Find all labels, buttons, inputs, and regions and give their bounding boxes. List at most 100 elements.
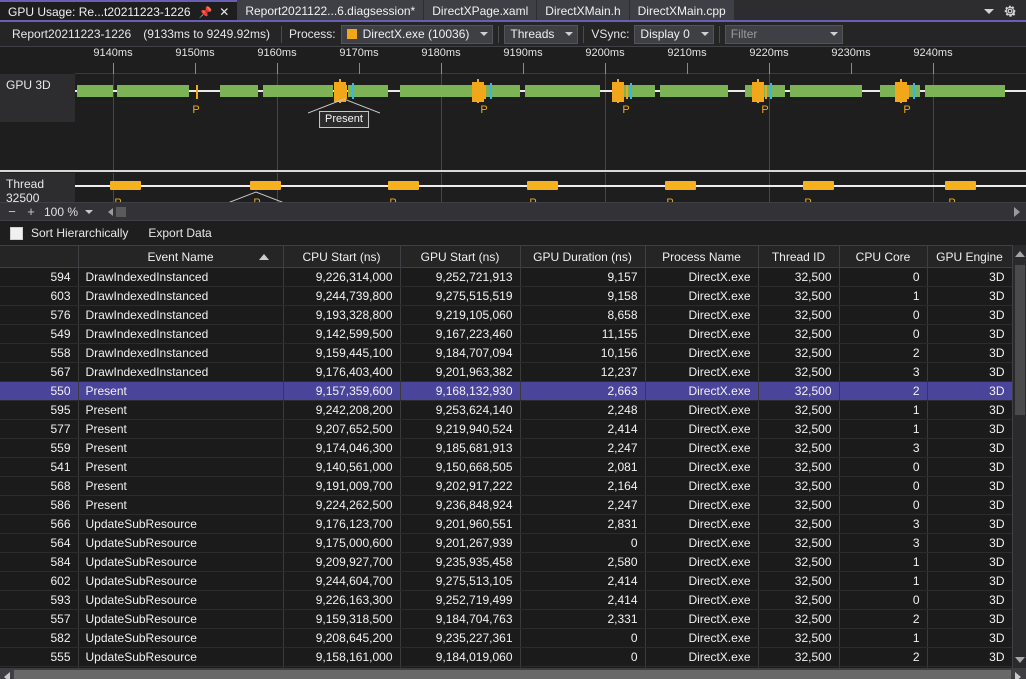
zoom-in-icon[interactable]: + — [25, 205, 37, 218]
timeline-tick-label: 9180ms — [421, 47, 460, 59]
zoom-out-icon[interactable]: − — [6, 205, 18, 218]
thread-activity-block[interactable] — [250, 181, 281, 190]
gpu-activity-bar[interactable] — [925, 85, 1005, 97]
table-row[interactable]: 594DrawIndexedInstanced9,226,314,0009,25… — [0, 268, 1012, 287]
gpu-activity-bar[interactable] — [220, 85, 258, 97]
scroll-left-icon[interactable] — [4, 672, 10, 679]
gpu-activity-bar[interactable] — [790, 85, 862, 97]
chevron-down-icon[interactable] — [85, 210, 93, 214]
thread-activity-block[interactable] — [388, 181, 419, 190]
thread-activity-block[interactable] — [665, 181, 696, 190]
table-row[interactable]: 577Present9,207,652,5009,219,940,5242,41… — [0, 420, 1012, 439]
chevron-down-icon[interactable] — [984, 9, 994, 14]
present-tick — [907, 85, 909, 99]
table-cell-thread: 32,500 — [758, 648, 839, 667]
table-cell-cpu_start: 9,224,262,500 — [283, 496, 400, 515]
vsync-display-select[interactable]: Display 0 — [634, 25, 713, 44]
table-cell-cpu_start: 9,226,314,000 — [283, 268, 400, 287]
table-row[interactable]: 593UpdateSubResource9,226,163,3009,252,7… — [0, 591, 1012, 610]
table-row[interactable]: 550Present9,157,359,6009,168,132,9302,66… — [0, 382, 1012, 401]
table-row[interactable]: 603DrawIndexedInstanced9,244,739,8009,27… — [0, 287, 1012, 306]
table-column-header-core[interactable]: CPU Core — [839, 246, 927, 268]
timeline-lane-label-thread-32500: Thread 32500 — [0, 173, 75, 202]
gpu-activity-bar[interactable] — [400, 85, 475, 97]
table-column-header-gpu_dur[interactable]: GPU Duration (ns) — [520, 246, 645, 268]
table-cell-thread: 32,500 — [758, 629, 839, 648]
table-column-header-cpu_start[interactable]: CPU Start (ns) — [283, 246, 400, 268]
table-row[interactable]: 582UpdateSubResource9,208,645,2009,235,2… — [0, 629, 1012, 648]
scroll-thumb[interactable] — [1015, 265, 1025, 415]
table-row[interactable]: 576DrawIndexedInstanced9,193,328,8009,21… — [0, 306, 1012, 325]
tab-gpu-usage-report[interactable]: GPU Usage: Re...t20211223-1226 📌 ✕ — [0, 0, 237, 22]
table-row[interactable]: 564UpdateSubResource9,175,000,6009,201,2… — [0, 534, 1012, 553]
process-select[interactable]: DirectX.exe (10036) — [341, 25, 494, 44]
table-cell-engine: 3D — [927, 344, 1012, 363]
scroll-thumb[interactable] — [14, 670, 1011, 679]
table-cell-id: 584 — [0, 553, 78, 572]
timeline-hscroll[interactable] — [108, 207, 126, 217]
present-marker[interactable] — [895, 82, 907, 102]
table-row[interactable]: 567DrawIndexedInstanced9,176,403,4009,20… — [0, 363, 1012, 382]
table-row[interactable]: 555UpdateSubResource9,158,161,0009,184,0… — [0, 648, 1012, 667]
table-row[interactable]: 595Present9,242,208,2009,253,624,1402,24… — [0, 401, 1012, 420]
timeline-lane-gpu-3d[interactable]: PPPPPPresent — [75, 74, 1026, 122]
gear-icon[interactable] — [1003, 4, 1017, 18]
table-column-header-event[interactable]: Event Name — [78, 246, 283, 268]
gpu-activity-bar[interactable] — [77, 85, 113, 97]
present-marker[interactable] — [612, 82, 624, 102]
table-row[interactable]: 557UpdateSubResource9,159,318,5009,184,7… — [0, 610, 1012, 629]
scroll-left-icon[interactable] — [108, 208, 113, 216]
table-row[interactable]: 584UpdateSubResource9,209,927,7009,235,9… — [0, 553, 1012, 572]
pin-icon[interactable]: 📌 — [199, 6, 213, 19]
scroll-thumb[interactable] — [116, 207, 126, 217]
table-row[interactable]: 602UpdateSubResource9,244,604,7009,275,5… — [0, 572, 1012, 591]
table-column-header-id[interactable] — [0, 246, 78, 268]
threads-select[interactable]: Threads — [504, 25, 578, 44]
tab-directxmain-cpp[interactable]: DirectXMain.cpp — [630, 0, 734, 22]
thread-activity-block[interactable] — [527, 181, 558, 190]
tab-diagsession[interactable]: Report2021122...6.diagsession* — [237, 0, 423, 22]
gpu-activity-bar[interactable] — [660, 85, 728, 97]
table-row[interactable]: 559Present9,174,046,3009,185,681,9132,24… — [0, 439, 1012, 458]
timeline-ruler[interactable]: 9140ms9150ms9160ms9170ms9180ms9190ms9200… — [75, 47, 1026, 74]
present-marker[interactable] — [472, 82, 484, 102]
timeline-panel[interactable]: 9140ms9150ms9160ms9170ms9180ms9190ms9200… — [0, 47, 1026, 202]
scroll-right-icon[interactable] — [1014, 207, 1020, 217]
export-data-button[interactable]: Export Data — [148, 226, 211, 240]
table-row[interactable]: 558DrawIndexedInstanced9,159,445,1009,18… — [0, 344, 1012, 363]
table-column-header-process[interactable]: Process Name — [645, 246, 758, 268]
sort-hierarchically-checkbox[interactable] — [10, 227, 23, 240]
table-row[interactable]: 586Present9,224,262,5009,236,848,9242,24… — [0, 496, 1012, 515]
tab-directxpage-xaml[interactable]: DirectXPage.xaml — [424, 0, 536, 22]
gpu-activity-bar[interactable] — [482, 85, 520, 97]
table-column-header-thread[interactable]: Thread ID — [758, 246, 839, 268]
present-tick — [196, 85, 198, 99]
table-cell-core: 0 — [839, 591, 927, 610]
table-row[interactable]: 541Present9,140,561,0009,150,668,5052,08… — [0, 458, 1012, 477]
timeline-lane-thread-32500[interactable]: PPPPPPPPresent — [75, 173, 1026, 202]
table-row[interactable]: 568Present9,191,009,7009,202,917,2222,16… — [0, 477, 1012, 496]
table-cell-id: 582 — [0, 629, 78, 648]
scroll-right-icon[interactable] — [1015, 672, 1021, 679]
table-row[interactable]: 566UpdateSubResource9,176,123,7009,201,9… — [0, 515, 1012, 534]
tab-directxmain-h[interactable]: DirectXMain.h — [537, 0, 628, 22]
chevron-down-icon — [701, 32, 709, 36]
present-callout[interactable]: Present — [319, 111, 369, 128]
present-marker[interactable] — [752, 82, 764, 102]
filter-input[interactable]: Filter — [725, 25, 843, 44]
table-horizontal-scrollbar[interactable] — [0, 668, 1026, 679]
thread-activity-block[interactable] — [803, 181, 834, 190]
scroll-up-icon[interactable] — [1015, 251, 1025, 257]
table-vertical-scrollbar[interactable] — [1012, 245, 1026, 679]
gpu-activity-bar[interactable] — [348, 85, 388, 97]
scroll-down-icon[interactable] — [1015, 657, 1025, 663]
gpu-activity-bar[interactable] — [117, 85, 189, 97]
gpu-activity-bar[interactable] — [525, 85, 600, 97]
gpu-activity-bar[interactable] — [263, 85, 333, 97]
table-column-header-engine[interactable]: GPU Engine — [927, 246, 1012, 268]
table-row[interactable]: 549DrawIndexedInstanced9,142,599,5009,16… — [0, 325, 1012, 344]
thread-activity-block[interactable] — [945, 181, 976, 190]
close-icon[interactable]: ✕ — [219, 6, 229, 18]
thread-activity-block[interactable] — [110, 181, 141, 190]
table-column-header-gpu_start[interactable]: GPU Start (ns) — [400, 246, 520, 268]
